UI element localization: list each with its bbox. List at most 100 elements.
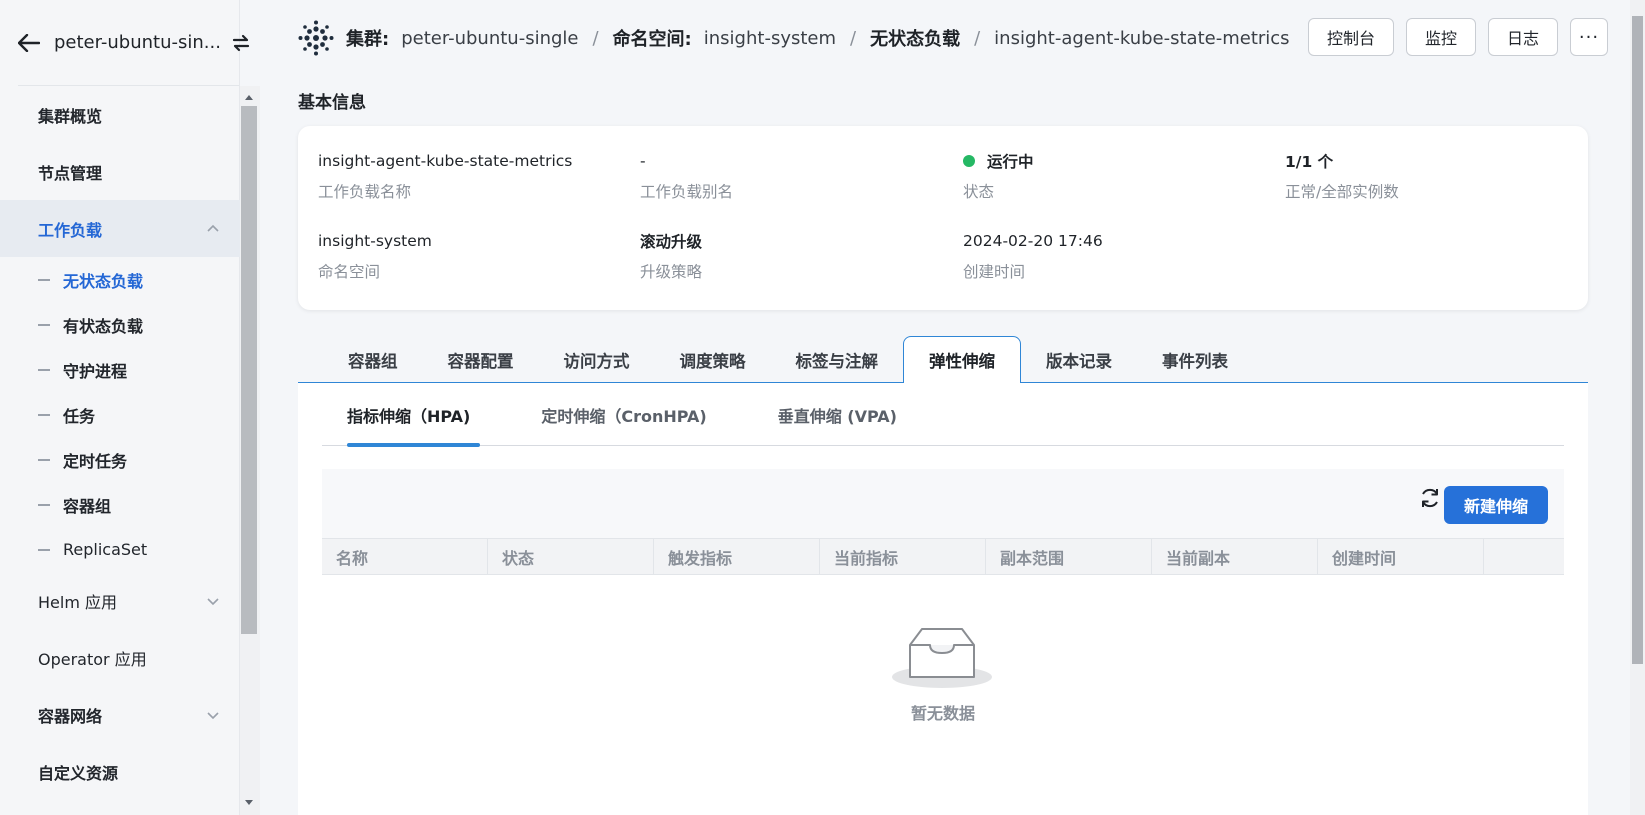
more-actions-button[interactable]: ··· [1570, 18, 1608, 56]
breadcrumb-separator: / [850, 27, 857, 49]
status-dot-icon [963, 155, 975, 167]
sidebar-subitem-statefulsets[interactable]: 有状态负载 [0, 302, 240, 347]
info-created-time: 2024-02-20 17:46 创建时间 [963, 230, 1103, 282]
tab-access[interactable]: 访问方式 [539, 336, 655, 383]
sidebar-item-label: Helm 应用 [38, 592, 117, 612]
info-status: 运行中 状态 [963, 150, 1034, 202]
breadcrumb: 集群: peter-ubuntu-single / 命名空间: insight-… [298, 18, 1290, 58]
status-text: 运行中 [987, 153, 1034, 171]
tab-labels-annotations[interactable]: 标签与注解 [771, 336, 904, 383]
sidebar-item-operator-apps[interactable]: Operator 应用 [0, 629, 240, 686]
info-upgrade-strategy: 滚动升级 升级策略 [640, 230, 702, 282]
subtab-vpa[interactable]: 垂直伸缩 (VPA) [753, 383, 897, 446]
sidebar-subitem-label: 无状态负载 [63, 271, 144, 291]
sidebar-subitem-jobs[interactable]: 任务 [0, 392, 240, 437]
tab-revisions[interactable]: 版本记录 [1021, 336, 1137, 383]
sidebar-item-cluster-overview[interactable]: 集群概览 [0, 86, 240, 143]
sidebar-item-container-network[interactable]: 容器网络 [0, 686, 240, 743]
sidebar-item-label: 容器网络 [38, 706, 103, 726]
sidebar-subitem-label: ReplicaSet [63, 540, 148, 559]
info-namespace: insight-system 命名空间 [318, 230, 432, 282]
breadcrumb-separator: / [974, 27, 981, 49]
detail-tabs: 容器组 容器配置 访问方式 调度策略 标签与注解 弹性伸缩 版本记录 事件列表 [298, 336, 1588, 384]
tab-events[interactable]: 事件列表 [1137, 336, 1253, 383]
top-actions: 控制台 监控 日志 ··· [1307, 18, 1608, 56]
more-dots-icon: ··· [1578, 26, 1600, 48]
breadcrumb-namespace-link[interactable]: insight-system [704, 28, 836, 49]
breadcrumb-current-workload: insight-agent-kube-state-metrics [994, 27, 1290, 49]
sidebar-subitem-cronjobs[interactable]: 定时任务 [0, 437, 240, 482]
basic-info-title: 基本信息 [298, 93, 366, 113]
sidebar-scroll-thumb[interactable] [241, 106, 257, 634]
column-header-current-metric[interactable]: 当前指标 [820, 539, 986, 574]
breadcrumb-cluster-key: 集群: [346, 29, 390, 50]
sidebar-subitem-label: 任务 [63, 406, 96, 426]
sidebar-subitem-deployments[interactable]: 无状态负载 [0, 257, 240, 302]
column-header-status[interactable]: 状态 [488, 539, 654, 574]
scroll-down-arrow-icon[interactable] [243, 798, 255, 808]
table-body: 暂无数据 [322, 575, 1564, 815]
breadcrumb-separator: / [592, 27, 599, 49]
upgrade-strategy-label: 升级策略 [640, 263, 703, 281]
dash-marker [38, 278, 50, 281]
monitor-button[interactable]: 监控 [1405, 18, 1476, 56]
column-header-current-replicas[interactable]: 当前副本 [1152, 539, 1318, 574]
sidebar-item-label: 工作负载 [38, 220, 103, 240]
breadcrumb-workload-type-link[interactable]: 无状态负载 [870, 25, 960, 51]
empty-inbox-icon [892, 628, 992, 688]
dash-marker [38, 458, 50, 461]
replicas-value: 1/1 个 [1285, 153, 1334, 171]
logs-button[interactable]: 日志 [1487, 18, 1558, 56]
hpa-table-area: 新建伸缩 名称 状态 触发指标 当前指标 副本范围 当前副本 创建时间 暂无数据 [322, 469, 1564, 815]
sidebar-item-label: 节点管理 [38, 163, 103, 183]
namespace-label: 命名空间 [318, 263, 381, 281]
workload-name-value: insight-agent-kube-state-metrics [318, 152, 573, 170]
back-arrow-icon[interactable] [18, 29, 40, 57]
page-scroll-thumb[interactable] [1632, 16, 1643, 664]
workload-name-label: 工作负载名称 [318, 183, 412, 201]
column-header-actions [1484, 539, 1560, 574]
scroll-up-arrow-icon[interactable] [243, 92, 255, 102]
sidebar-subitem-label: 守护进程 [63, 361, 128, 381]
sidebar-subitem-label: 有状态负载 [63, 316, 144, 336]
breadcrumb-cluster-link[interactable]: peter-ubuntu-single [401, 28, 578, 49]
upgrade-strategy-value: 滚动升级 [640, 233, 703, 251]
tab-pods[interactable]: 容器组 [298, 336, 423, 383]
subtab-hpa[interactable]: 指标伸缩（HPA) [322, 383, 481, 447]
chevron-down-icon [207, 711, 219, 719]
replicas-label: 正常/全部实例数 [1285, 183, 1399, 201]
sidebar-subitem-replicasets[interactable]: ReplicaSet [0, 527, 240, 572]
dash-marker [38, 413, 50, 416]
info-workload-name: insight-agent-kube-state-metrics 工作负载名称 [318, 150, 572, 202]
sidebar-item-node-management[interactable]: 节点管理 [0, 143, 240, 200]
column-header-name[interactable]: 名称 [322, 539, 488, 574]
sidebar-item-label: 集群概览 [38, 106, 103, 126]
chevron-down-icon [207, 597, 219, 605]
sidebar-subitem-pods[interactable]: 容器组 [0, 482, 240, 527]
column-header-replica-range[interactable]: 副本范围 [986, 539, 1152, 574]
create-autoscaling-button[interactable]: 新建伸缩 [1444, 486, 1548, 524]
sidebar: peter-ubuntu-sin... 集群概览 节点管理 工作负载 无状态负载… [0, 0, 250, 815]
sidebar-item-workloads[interactable]: 工作负载 [0, 200, 240, 257]
tab-autoscaling[interactable]: 弹性伸缩 [903, 336, 1021, 384]
sidebar-item-custom-resources[interactable]: 自定义资源 [0, 743, 240, 800]
main-content: 集群: peter-ubuntu-single / 命名空间: insight-… [260, 0, 1630, 815]
console-button[interactable]: 控制台 [1307, 18, 1394, 56]
empty-state-text: 暂无数据 [910, 704, 975, 723]
basic-info-card: insight-agent-kube-state-metrics 工作负载名称 … [298, 126, 1588, 310]
sidebar-item-helm-apps[interactable]: Helm 应用 [0, 572, 240, 629]
autoscaling-subtabs: 指标伸缩（HPA) 定时伸缩（CronHPA) 垂直伸缩 (VPA) [322, 383, 1564, 447]
refresh-icon[interactable] [1417, 485, 1443, 511]
switch-cluster-icon[interactable] [231, 31, 251, 55]
chevron-up-icon [207, 224, 219, 232]
column-header-trigger-metric[interactable]: 触发指标 [654, 539, 820, 574]
tab-container-config[interactable]: 容器配置 [423, 336, 539, 383]
sidebar-header: peter-ubuntu-sin... [18, 0, 250, 86]
column-header-created-time[interactable]: 创建时间 [1318, 539, 1484, 574]
workload-alias-value: - [640, 152, 646, 170]
subtab-cronhpa[interactable]: 定时伸缩（CronHPA) [516, 383, 706, 446]
tab-scheduling[interactable]: 调度策略 [655, 336, 771, 383]
sidebar-subitem-daemonsets[interactable]: 守护进程 [0, 347, 240, 392]
status-value: 运行中 [963, 150, 1034, 172]
sidebar-subitem-label: 定时任务 [63, 451, 128, 471]
